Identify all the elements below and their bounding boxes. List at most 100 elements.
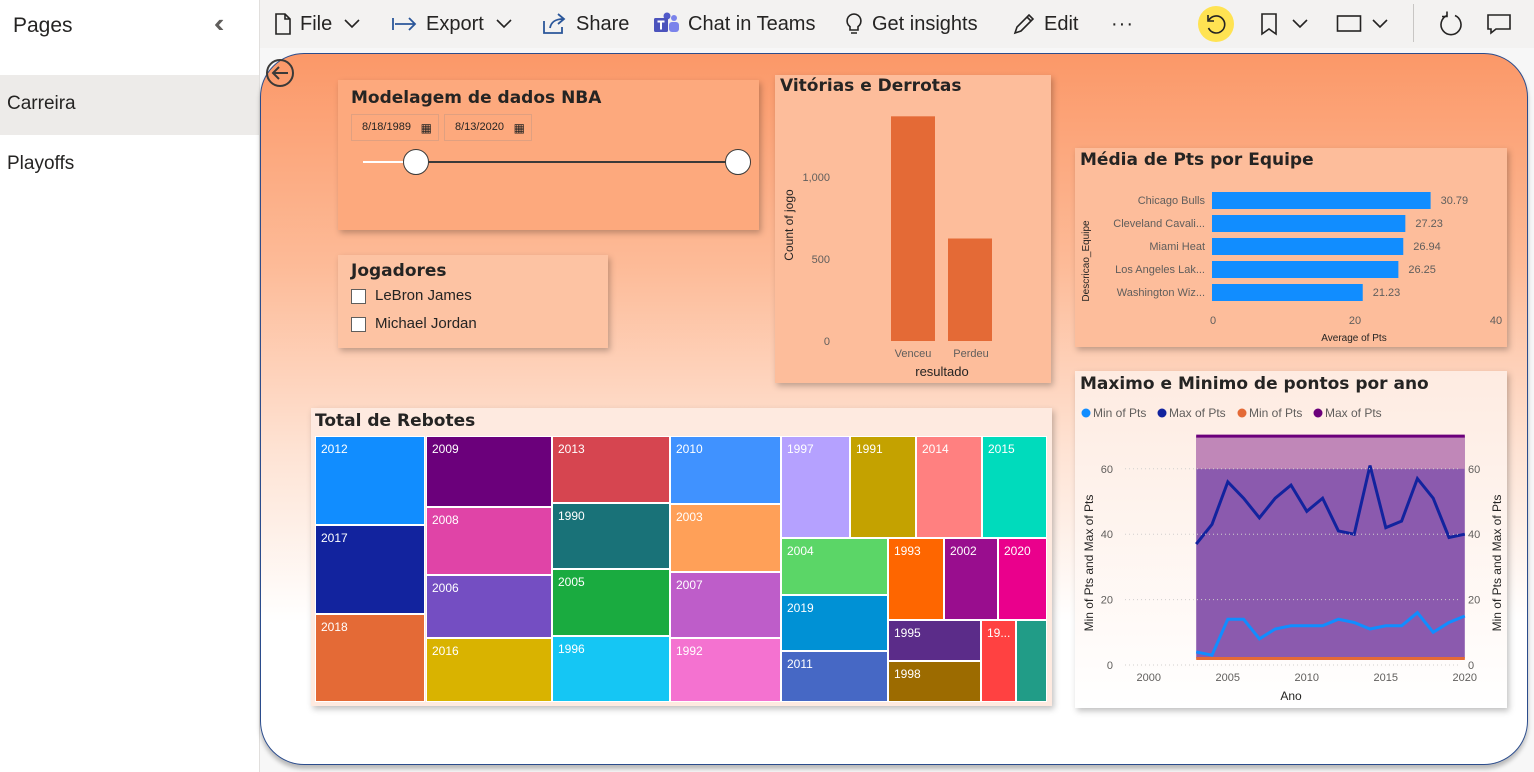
- treemap-tile[interactable]: 2002: [944, 538, 998, 620]
- category-label: Miami Heat: [1149, 241, 1205, 253]
- page-item-carreira[interactable]: Carreira: [0, 75, 259, 135]
- treemap-tile[interactable]: 2014: [916, 436, 982, 538]
- y-tick: 0: [1107, 660, 1113, 672]
- back-arrow-icon[interactable]: [265, 58, 295, 88]
- x-tick: 20: [1349, 315, 1361, 327]
- more-options-button[interactable]: ···: [1111, 0, 1134, 48]
- y-tick: 40: [1468, 529, 1480, 541]
- treemap-tile[interactable]: 2017: [315, 525, 425, 614]
- treemap-tile[interactable]: 1990: [552, 503, 670, 569]
- treemap-tile[interactable]: 2010: [670, 436, 781, 504]
- team-bar[interactable]: [1212, 215, 1406, 232]
- collapse-pane-icon[interactable]: ‹‹: [214, 8, 225, 39]
- checkbox: [351, 317, 366, 332]
- treemap-tile[interactable]: 2006: [426, 575, 552, 638]
- player-option-lebron[interactable]: LeBron James: [351, 286, 591, 308]
- treemap-tile[interactable]: 1995: [888, 620, 981, 661]
- treemap-tile[interactable]: 2005: [552, 569, 670, 636]
- treemap-tile[interactable]: 2012: [315, 436, 425, 525]
- chat-in-teams-button[interactable]: Chat in Teams: [654, 0, 815, 48]
- x-tick: 2020: [1453, 672, 1477, 684]
- file-menu[interactable]: File: [274, 0, 360, 48]
- pencil-icon: [1012, 12, 1036, 36]
- x-tick: Perdeu: [953, 348, 988, 360]
- treemap-tile[interactable]: 1993: [888, 538, 944, 620]
- team-bar[interactable]: [1212, 192, 1431, 209]
- y-tick: 40: [1101, 529, 1113, 541]
- bookmark-menu[interactable]: [1260, 0, 1308, 48]
- treemap-tile[interactable]: 2016: [426, 638, 552, 702]
- checkbox: [351, 289, 366, 304]
- players-slicer-title: Jogadores: [351, 261, 447, 281]
- team-avg-title: Média de Pts por Equipe: [1080, 150, 1314, 170]
- upper-band: [1196, 436, 1465, 469]
- bar-venceu[interactable]: [891, 116, 935, 341]
- slider-handle-start[interactable]: [403, 149, 429, 175]
- team-bar[interactable]: [1212, 261, 1399, 278]
- page-item-playoffs[interactable]: Playoffs: [0, 135, 259, 195]
- treemap-tile[interactable]: 2019: [781, 595, 888, 651]
- treemap-tile[interactable]: 2007: [670, 572, 781, 638]
- treemap-tile[interactable]: 2015: [982, 436, 1047, 538]
- treemap-tile[interactable]: 1991: [850, 436, 916, 538]
- bar-perdeu[interactable]: [948, 238, 992, 342]
- treemap-tile[interactable]: 2011: [781, 651, 888, 702]
- get-insights-button[interactable]: Get insights: [844, 0, 978, 48]
- svg-text:Max of Pts: Max of Pts: [1325, 406, 1382, 420]
- data-label: 21.23: [1373, 287, 1401, 299]
- refresh-button[interactable]: [1438, 0, 1464, 48]
- y-tick: 60: [1468, 464, 1480, 476]
- y-tick: 20: [1468, 595, 1480, 607]
- team-bar[interactable]: [1212, 238, 1404, 255]
- action-bar: File Export Share Chat in Teams Get insi…: [260, 0, 1534, 48]
- treemap-tile[interactable]: 1998: [888, 661, 981, 702]
- export-menu[interactable]: Export: [392, 0, 512, 48]
- calendar-icon: ▦: [420, 121, 432, 135]
- data-label: 27.23: [1415, 218, 1443, 230]
- x-axis-title: resultado: [915, 364, 968, 379]
- treemap-tile[interactable]: 19...: [981, 620, 1016, 702]
- player-option-jordan[interactable]: Michael Jordan: [351, 314, 591, 336]
- share-label: Share: [576, 12, 630, 35]
- win-loss-title: Vitórias e Derrotas: [780, 76, 962, 96]
- treemap-tile[interactable]: 2020: [998, 538, 1047, 620]
- start-date-input[interactable]: 8/18/1989 ▦: [351, 114, 439, 141]
- slider-handle-end[interactable]: [725, 149, 751, 175]
- treemap-tile[interactable]: 2009: [426, 436, 552, 507]
- win-loss-chart: 0 500 1,000 Venceu Perdeu resultado Coun…: [782, 116, 992, 379]
- edit-button[interactable]: Edit: [1012, 0, 1078, 48]
- treemap-tile[interactable]: 1992: [670, 638, 781, 702]
- comments-button[interactable]: [1486, 0, 1512, 48]
- end-date-input[interactable]: 8/13/2020 ▦: [444, 114, 532, 141]
- team-avg-chart: Descricao_Equipe Chicago Bulls 30.79 Cleve…: [1081, 192, 1502, 344]
- team-bar[interactable]: [1212, 284, 1363, 301]
- pages-title: Pages: [13, 14, 73, 37]
- category-label: Los Angeles Lak...: [1115, 264, 1205, 276]
- file-label: File: [300, 12, 333, 35]
- treemap-tile[interactable]: [1016, 620, 1047, 702]
- y-axis-title: Descricao_Equipe: [1081, 220, 1092, 302]
- reset-button[interactable]: [1198, 0, 1234, 48]
- maxmin-chart: Min of Pts Max of Pts Min of Pts Max of …: [1081, 406, 1504, 703]
- treemap-tile[interactable]: 2004: [781, 538, 888, 595]
- insights-label: Get insights: [872, 12, 978, 35]
- y-axis-title: Count of jogo: [782, 189, 796, 261]
- svg-text:Min of Pts: Min of Pts: [1093, 406, 1146, 420]
- treemap-tile[interactable]: 2008: [426, 507, 552, 575]
- treemap-tile[interactable]: 1997: [781, 436, 850, 538]
- treemap-tile[interactable]: 2018: [315, 614, 425, 702]
- x-tick: 40: [1490, 315, 1502, 327]
- treemap-tile[interactable]: 2003: [670, 504, 781, 572]
- calendar-icon: ▦: [513, 121, 525, 135]
- treemap-tile[interactable]: 1996: [552, 636, 670, 702]
- chevron-down-icon: [496, 19, 512, 29]
- category-label: Cleveland Cavali...: [1113, 218, 1205, 230]
- edit-label: Edit: [1044, 12, 1079, 35]
- y-tick: 0: [1468, 660, 1474, 672]
- legend: Min of Pts Max of Pts Min of Pts Max of …: [1081, 406, 1382, 420]
- x-axis-title: Average of Pts: [1321, 333, 1386, 344]
- treemap-tile[interactable]: 2013: [552, 436, 670, 503]
- view-menu[interactable]: [1336, 0, 1388, 48]
- share-button[interactable]: Share: [542, 0, 629, 48]
- reset-icon: [1198, 6, 1234, 42]
